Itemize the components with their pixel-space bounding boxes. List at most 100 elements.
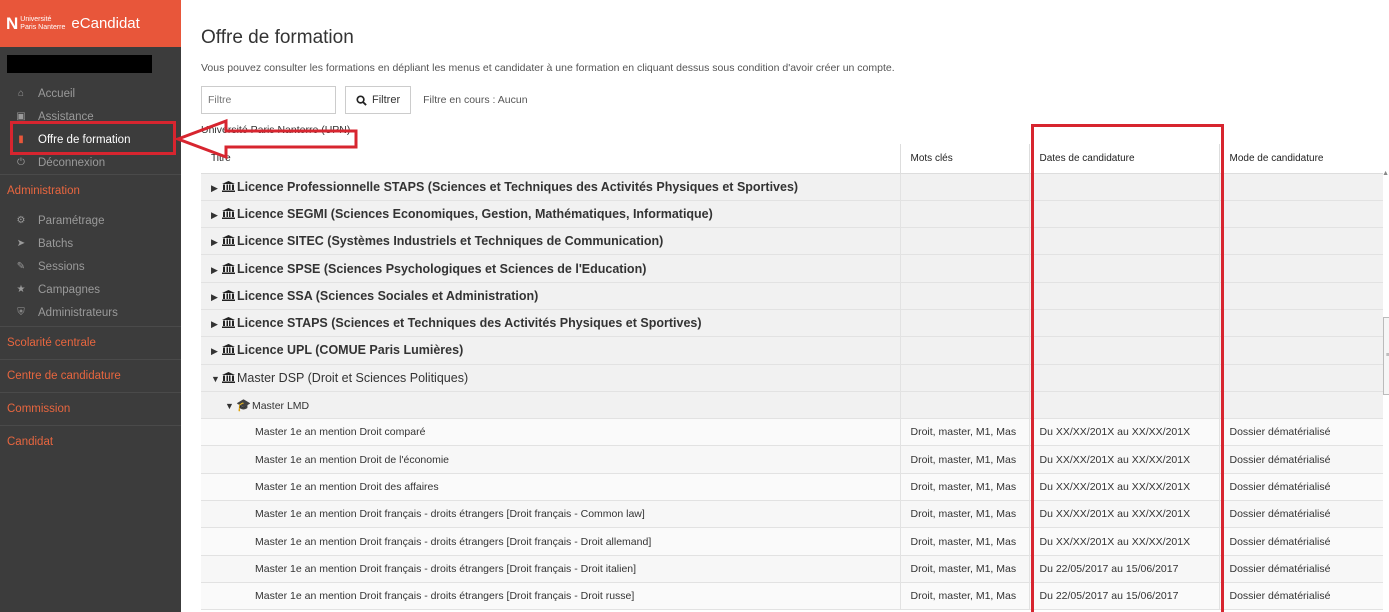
row-keywords bbox=[900, 391, 1030, 420]
sidebar-item-administrateurs[interactable]: ⛨ Administrateurs bbox=[0, 301, 181, 324]
row-mode: Dossier dématérialisé bbox=[1219, 555, 1389, 583]
star-icon: ★ bbox=[16, 284, 26, 295]
sidebar-section-scolarite-centrale[interactable]: Scolarité centrale bbox=[0, 326, 181, 359]
sidebar-item-batchs[interactable]: ➤ Batchs bbox=[0, 232, 181, 255]
institution-icon bbox=[222, 344, 235, 356]
expand-arrow-icon[interactable]: ▶ bbox=[211, 237, 222, 248]
expand-arrow-icon[interactable]: ▶ bbox=[211, 319, 222, 330]
sidebar-section-administration[interactable]: Administration bbox=[0, 174, 181, 207]
row-title-text: Licence SSA (Sciences Sociales et Admini… bbox=[237, 288, 539, 303]
sidebar-section-commission[interactable]: Commission bbox=[0, 392, 181, 425]
shield-icon: ⛨ bbox=[17, 307, 25, 318]
institution-icon bbox=[222, 289, 235, 301]
annotation-arrow-icon bbox=[176, 118, 358, 160]
row-title[interactable]: Master 1e an mention Droit comparé bbox=[201, 418, 901, 447]
expand-arrow-icon[interactable]: ▶ bbox=[211, 210, 222, 221]
row-keywords: Droit, master, M1, Mas bbox=[900, 582, 1030, 611]
row-keywords bbox=[900, 200, 1030, 229]
filter-status: Filtre en cours : Aucun bbox=[423, 94, 528, 106]
annotation-highlight-sidebar bbox=[10, 121, 176, 155]
sidebar-section-centre-de-candidature[interactable]: Centre de candidature bbox=[0, 359, 181, 392]
row-title[interactable]: ▶ Licence STAPS (Sciences et Techniques d… bbox=[201, 309, 901, 338]
institution-icon bbox=[222, 180, 235, 192]
expand-arrow-icon[interactable]: ▶ bbox=[211, 346, 222, 357]
brand-header[interactable]: N Université Paris Nanterre eCandidat bbox=[0, 0, 181, 47]
logo-mark: N bbox=[6, 13, 18, 33]
page-title: Offre de formation bbox=[201, 27, 354, 48]
sidebar-item-accueil[interactable]: ⌂ Accueil bbox=[0, 82, 181, 105]
filter-button[interactable]: Filtrer bbox=[345, 86, 412, 114]
row-title-text: Licence SITEC (Systèmes Industriels et T… bbox=[237, 234, 664, 249]
gears-icon: ⚙ bbox=[16, 215, 26, 226]
row-title[interactable]: ▼ 🎓Master LMD bbox=[201, 391, 901, 420]
power-icon: ⏻ bbox=[17, 157, 25, 168]
row-title-text: Master 1e an mention Droit français - dr… bbox=[255, 508, 645, 521]
row-mode bbox=[1219, 227, 1389, 256]
search-icon bbox=[356, 94, 367, 106]
institution-icon bbox=[222, 262, 235, 274]
row-title[interactable]: Master 1e an mention Droit français - dr… bbox=[201, 527, 901, 556]
row-mode bbox=[1219, 391, 1389, 420]
row-title-text: Master 1e an mention Droit des affaires bbox=[255, 480, 439, 493]
column-header-mots-cles[interactable]: Mots clés bbox=[900, 144, 1030, 174]
row-title[interactable]: Master 1e an mention Droit français - dr… bbox=[201, 555, 901, 583]
row-keywords: Droit, master, M1, Mas bbox=[900, 445, 1030, 474]
row-title[interactable]: ▶ Licence SEGMI (Sciences Economiques, Ge… bbox=[201, 200, 901, 229]
row-mode bbox=[1219, 254, 1389, 283]
row-mode: Dossier dématérialisé bbox=[1219, 500, 1389, 529]
row-title[interactable]: Master 1e an mention Droit de l'économie bbox=[201, 445, 901, 474]
row-mode bbox=[1219, 364, 1389, 392]
row-title[interactable]: ▶ Licence UPL (COMUE Paris Lumières) bbox=[201, 336, 901, 365]
institution-icon bbox=[222, 235, 235, 247]
row-mode: Dossier dématérialisé bbox=[1219, 418, 1389, 447]
column-header-mode[interactable]: Mode de candidature bbox=[1219, 144, 1389, 174]
sidebar-item-parametrage[interactable]: ⚙ Paramétrage bbox=[0, 209, 181, 232]
row-title-text: Master 1e an mention Droit français - dr… bbox=[255, 562, 637, 575]
institution-icon bbox=[222, 207, 235, 219]
expand-arrow-icon[interactable]: ▶ bbox=[211, 265, 222, 276]
institution-icon bbox=[222, 371, 235, 383]
row-keywords: Droit, master, M1, Mas bbox=[900, 500, 1030, 529]
row-keywords bbox=[900, 336, 1030, 365]
row-mode bbox=[1219, 200, 1389, 229]
row-mode bbox=[1219, 282, 1389, 310]
row-title[interactable]: ▶ Licence Professionnelle STAPS (Sciences… bbox=[201, 173, 901, 201]
row-mode: Dossier dématérialisé bbox=[1219, 473, 1389, 502]
row-mode bbox=[1219, 309, 1389, 338]
collapse-arrow-icon[interactable]: ▼ bbox=[225, 401, 236, 411]
sidebar-item-sessions[interactable]: ✎ Sessions bbox=[0, 255, 181, 278]
scroll-up-arrow-icon[interactable]: ▲ bbox=[1382, 170, 1389, 177]
sidebar: N Université Paris Nanterre eCandidat ⌂ … bbox=[0, 0, 181, 612]
institution-icon bbox=[222, 317, 235, 329]
row-keywords bbox=[900, 173, 1030, 201]
row-title[interactable]: Master 1e an mention Droit des affaires bbox=[201, 473, 901, 502]
row-title[interactable]: ▶ Licence SITEC (Systèmes Industriels et … bbox=[201, 227, 901, 256]
expand-arrow-icon[interactable]: ▶ bbox=[211, 292, 222, 303]
collapse-arrow-icon[interactable]: ▼ bbox=[211, 374, 222, 384]
row-keywords bbox=[900, 254, 1030, 283]
row-title[interactable]: Master 1e an mention Droit français - dr… bbox=[201, 500, 901, 529]
redacted-user-name bbox=[7, 55, 152, 73]
filter-input[interactable] bbox=[201, 86, 336, 114]
row-keywords: Droit, master, M1, Mas bbox=[900, 418, 1030, 447]
row-title[interactable]: ▶ Licence SSA (Sciences Sociales et Admin… bbox=[201, 282, 901, 310]
row-mode: Dossier dématérialisé bbox=[1219, 582, 1389, 611]
row-keywords bbox=[900, 227, 1030, 256]
logo-univ-line1: Université bbox=[20, 15, 52, 23]
row-title-text: Master 1e an mention Droit de l'économie bbox=[255, 453, 450, 466]
row-title-text: Licence SPSE (Sciences Psychologiques et… bbox=[237, 261, 647, 276]
sidebar-item-campagnes[interactable]: ★ Campagnes bbox=[0, 278, 181, 301]
row-title[interactable]: ▶ Licence SPSE (Sciences Psychologiques e… bbox=[201, 254, 901, 283]
row-title[interactable]: ▼ Master DSP (Droit et Sciences Politique… bbox=[201, 364, 901, 392]
row-mode: Dossier dématérialisé bbox=[1219, 445, 1389, 474]
row-mode bbox=[1219, 173, 1389, 201]
sidebar-section-candidat[interactable]: Candidat bbox=[0, 425, 181, 458]
rocket-icon: ➤ bbox=[16, 238, 26, 249]
graduation-cap-icon: 🎓 bbox=[236, 398, 251, 413]
row-title-text: Master LMD bbox=[251, 400, 310, 413]
app-name: eCandidat bbox=[71, 15, 140, 32]
wrench-icon: ✎ bbox=[16, 261, 26, 272]
row-title[interactable]: Master 1e an mention Droit français - dr… bbox=[201, 582, 901, 611]
expand-arrow-icon[interactable]: ▶ bbox=[211, 183, 222, 194]
admin-nav: ⚙ Paramétrage ➤ Batchs ✎ Sessions ★ Camp… bbox=[0, 209, 181, 324]
